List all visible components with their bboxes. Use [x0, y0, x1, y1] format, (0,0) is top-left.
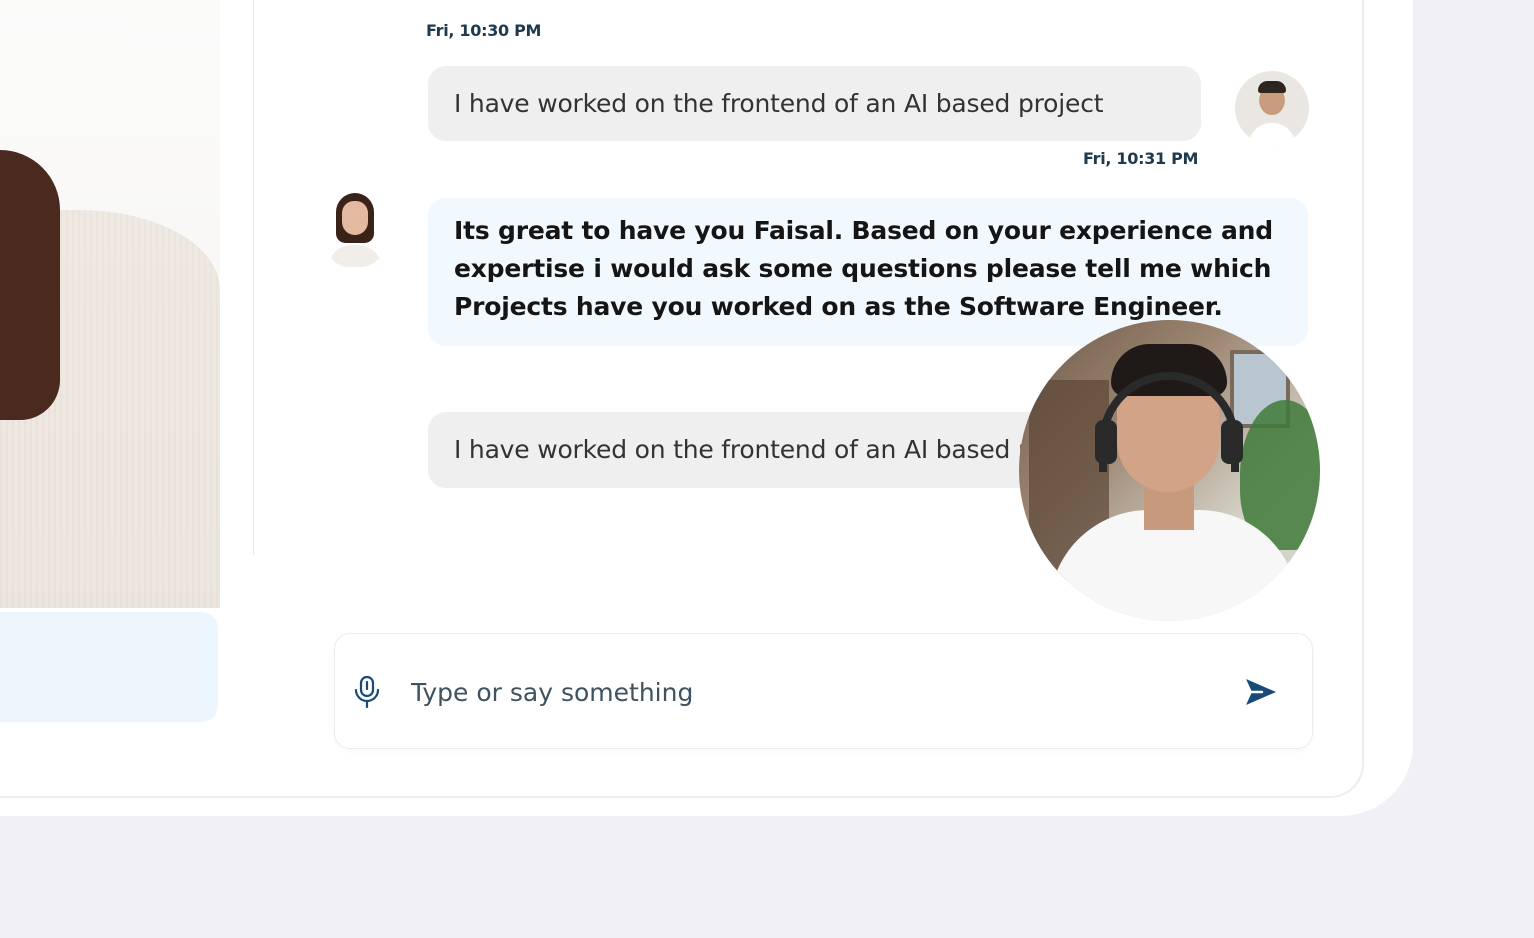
user-message-text: I have worked on the frontend of an AI b… — [454, 435, 1104, 464]
panel-divider — [253, 0, 254, 555]
user-message-text: I have worked on the frontend of an AI b… — [454, 88, 1104, 118]
interview-card: Fri, 10:30 PM I have worked on the front… — [0, 0, 1364, 798]
user-message: I have worked on the frontend of an AI b… — [428, 66, 1201, 141]
message-timestamp: Fri, 10:31 PM — [1083, 149, 1199, 168]
candidate-self-view[interactable] — [1019, 320, 1320, 621]
send-icon[interactable] — [1241, 674, 1281, 710]
message-timestamp: Fri, 10:30 PM — [426, 21, 542, 40]
message-input[interactable] — [411, 634, 1191, 750]
microphone-icon[interactable] — [349, 673, 385, 711]
ai-message-text: Its great to have you Faisal. Based on y… — [454, 216, 1273, 321]
user-avatar — [1235, 71, 1309, 145]
interviewer-video — [0, 0, 220, 608]
ai-interviewer-avatar — [324, 193, 386, 267]
app-frame: Fri, 10:30 PM I have worked on the front… — [0, 0, 1413, 816]
message-input-bar — [334, 633, 1313, 750]
interviewer-caption-panel — [0, 612, 218, 722]
